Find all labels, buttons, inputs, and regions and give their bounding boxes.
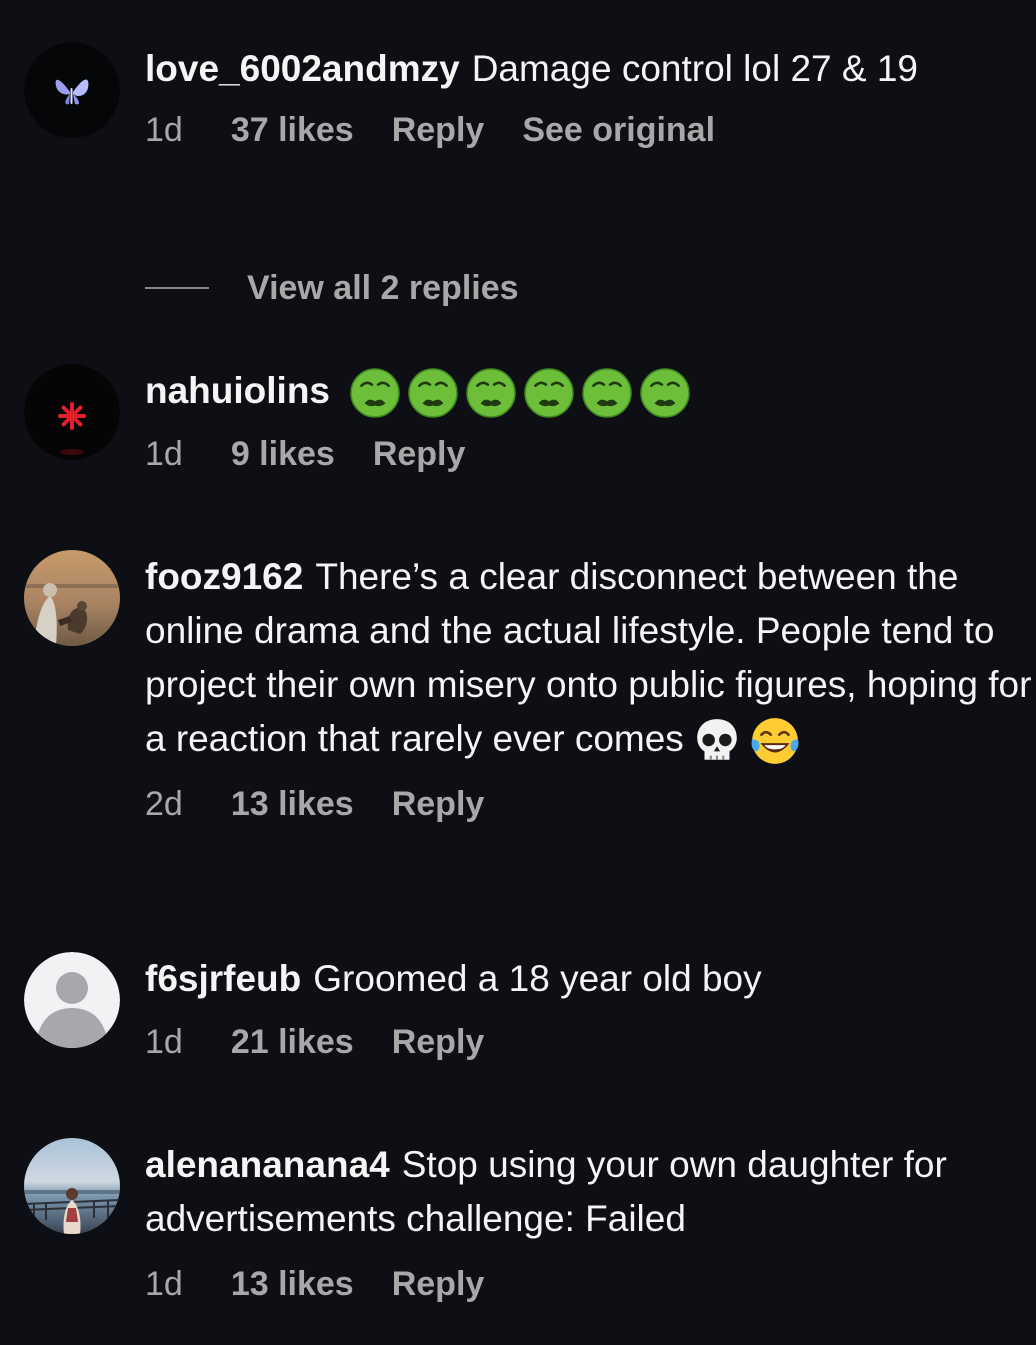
- comment-text: love_6002andmzy Damage control lol 27 & 1…: [145, 42, 1032, 96]
- nauseated-face-emoji-icon: [640, 368, 690, 418]
- reply-button[interactable]: Reply: [392, 1260, 485, 1308]
- timestamp: 1d: [145, 435, 183, 474]
- view-replies-label: View all 2 replies: [247, 268, 519, 307]
- view-replies-button[interactable]: View all 2 replies: [145, 264, 519, 312]
- comment-meta: 1d 9 likes Reply: [145, 430, 1032, 478]
- comment-meta: 2d 13 likes Reply: [145, 780, 1032, 828]
- reply-button[interactable]: Reply: [392, 780, 485, 828]
- comment-meta: 1d 13 likes Reply: [145, 1260, 1032, 1308]
- reply-button[interactable]: Reply: [392, 106, 485, 154]
- falcon-photo-avatar-icon: [24, 550, 120, 646]
- comment-text: f6sjrfeub Groomed a 18 year old boy: [145, 952, 1032, 1006]
- reply-button[interactable]: Reply: [392, 1018, 485, 1066]
- timestamp: 1d: [145, 111, 183, 149]
- butterfly-avatar-icon: [24, 42, 120, 138]
- comment-text: fooz9162 There’s a clear disconnect betwe…: [145, 550, 1033, 766]
- username-link[interactable]: fooz9162: [145, 556, 303, 597]
- comment-text: alenananana4 Stop using your own daughter…: [145, 1138, 1033, 1246]
- comment-meta: 1d 37 likes Reply See original: [145, 106, 1032, 154]
- avatar[interactable]: [24, 952, 120, 1048]
- username-link[interactable]: nahuiolins: [145, 370, 330, 411]
- emoji-row: [684, 718, 800, 765]
- avatar[interactable]: [24, 1138, 120, 1234]
- see-original-button[interactable]: See original: [522, 106, 715, 154]
- likes-count[interactable]: 21 likes: [231, 1018, 354, 1066]
- username-link[interactable]: alenananana4: [145, 1144, 390, 1185]
- default-user-avatar-icon: [24, 952, 120, 1048]
- divider: [145, 287, 209, 289]
- likes-count[interactable]: 13 likes: [231, 1260, 354, 1308]
- nauseated-face-emoji-icon: [582, 368, 632, 418]
- avatar[interactable]: [24, 364, 120, 460]
- reply-button[interactable]: Reply: [373, 430, 466, 478]
- nauseated-face-emoji-icon: [466, 368, 516, 418]
- comment-body: Damage control lol 27 & 19: [471, 48, 918, 89]
- avatar[interactable]: [24, 550, 120, 646]
- emoji-row: [342, 368, 690, 418]
- nauseated-face-emoji-icon: [524, 368, 574, 418]
- skull-emoji-icon: [697, 719, 737, 760]
- red-symbol-avatar-icon: [24, 364, 120, 460]
- timestamp: 1d: [145, 1023, 183, 1061]
- avatar[interactable]: [24, 42, 120, 138]
- timestamp: 2d: [145, 785, 183, 824]
- comment-meta: 1d 21 likes Reply: [145, 1018, 1032, 1066]
- likes-count[interactable]: 37 likes: [231, 106, 354, 154]
- comment-text: nahuiolins: [145, 364, 1032, 418]
- comment-body: Groomed a 18 year old boy: [313, 958, 762, 999]
- likes-count[interactable]: 13 likes: [231, 780, 354, 828]
- username-link[interactable]: f6sjrfeub: [145, 958, 301, 999]
- waterfront-photo-avatar-icon: [24, 1138, 120, 1234]
- tears-of-joy-emoji-icon: [751, 718, 799, 765]
- username-link[interactable]: love_6002andmzy: [145, 48, 460, 89]
- likes-count[interactable]: 9 likes: [231, 430, 335, 478]
- nauseated-face-emoji-icon: [408, 368, 458, 418]
- nauseated-face-emoji-icon: [350, 368, 400, 418]
- timestamp: 1d: [145, 1265, 183, 1303]
